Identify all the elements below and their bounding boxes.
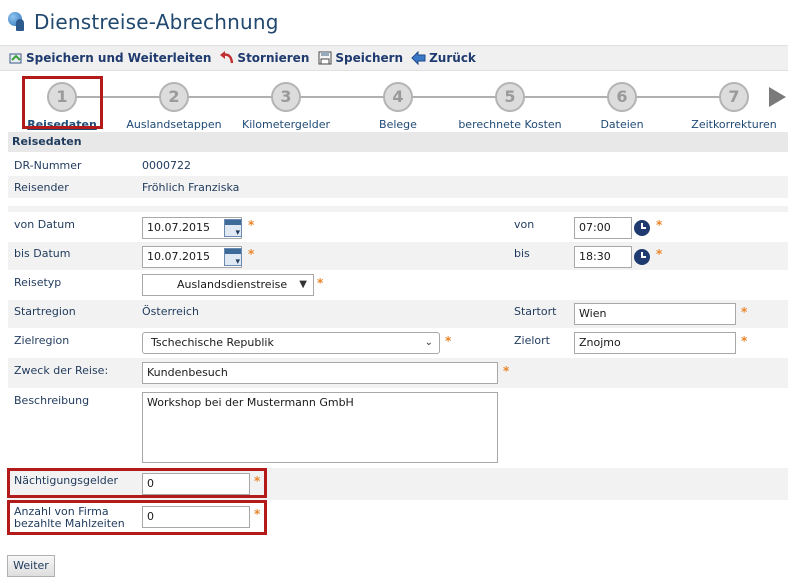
row-bis-datum: bis Datum 10.07.2015 * bis 18:30 *: [8, 242, 788, 270]
undo-arrow-icon: [220, 51, 234, 64]
step-number: 7: [719, 82, 749, 112]
floppy-disk-icon: [318, 51, 332, 65]
page-header: Dienstreise-Abrechnung: [6, 8, 279, 36]
cancel-button[interactable]: Stornieren: [219, 50, 309, 66]
naechtigungsgelder-highlight: [7, 468, 267, 498]
row-zielregion: Zielregion Tschechische Republik ⌄ * Zie…: [8, 328, 788, 358]
von-datum-label: von Datum: [14, 218, 75, 231]
zweck-input[interactable]: Kundenbesuch: [142, 362, 498, 384]
required-mark: *: [445, 334, 452, 348]
required-mark: *: [248, 218, 255, 232]
toolbar: Speichern und Weiterleiten Stornieren Sp…: [0, 45, 788, 71]
step-label: Zeitkorrekturen: [691, 118, 777, 131]
row-von-datum: von Datum 10.07.2015 * von 07:00 *: [8, 212, 788, 242]
active-step-highlight: [22, 76, 103, 129]
mahlzeiten-highlight: [7, 500, 267, 535]
save-and-forward-label: Speichern und Weiterleiten: [26, 51, 212, 65]
reisender-label: Reisender: [14, 181, 69, 194]
back-button[interactable]: Zurück: [411, 50, 476, 66]
reisetyp-label: Reisetyp: [14, 276, 62, 289]
step-berechnete-kosten[interactable]: 5 berechnete Kosten: [450, 82, 570, 131]
row-reisender: Reisender Fröhlich Franziska: [8, 176, 788, 198]
save-forward-icon: [9, 53, 22, 64]
required-mark: *: [317, 276, 324, 290]
step-dateien[interactable]: 6 Dateien: [562, 82, 682, 131]
clock-icon[interactable]: [634, 220, 650, 236]
row-zweck: Zweck der Reise: Kundenbesuch *: [8, 358, 788, 388]
step-number: 5: [495, 82, 525, 112]
zielregion-select[interactable]: Tschechische Republik ⌄: [142, 332, 440, 354]
step-kilometergelder[interactable]: 3 Kilometergelder: [226, 82, 346, 131]
startregion-value: Österreich: [142, 305, 199, 318]
page-title: Dienstreise-Abrechnung: [34, 10, 279, 34]
save-button[interactable]: Speichern: [317, 50, 403, 66]
startort-label: Startort: [514, 305, 557, 318]
zielregion-value: Tschechische Republik: [151, 336, 274, 349]
step-label: Dateien: [600, 118, 644, 131]
step-number: 2: [159, 82, 189, 112]
step-label: Kilometergelder: [241, 118, 331, 131]
von-time-label: von: [514, 218, 535, 231]
required-mark: *: [503, 364, 510, 378]
zielregion-label: Zielregion: [14, 334, 70, 347]
travel-globe-person-icon: [6, 11, 28, 33]
wizard-stepper: 1 Reisedaten 2 Auslandsetappen 3 Kilomet…: [0, 78, 788, 131]
step-number: 4: [383, 82, 413, 112]
bis-time-label: bis: [514, 247, 530, 260]
required-mark: *: [741, 305, 748, 319]
bis-datum-label: bis Datum: [14, 247, 71, 260]
dr-nummer-value: 0000722: [142, 159, 191, 172]
step-belege[interactable]: 4 Belege: [338, 82, 458, 131]
row-startregion: Startregion Österreich Startort Wien *: [8, 300, 788, 328]
startregion-label: Startregion: [14, 305, 76, 318]
reisender-value: Fröhlich Franziska: [142, 181, 240, 194]
step-number: 6: [607, 82, 637, 112]
required-mark: *: [741, 334, 748, 348]
next-step-arrow-icon[interactable]: [769, 87, 786, 107]
step-label: berechnete Kosten: [458, 118, 562, 131]
row-beschreibung: Beschreibung Workshop bei der Mustermann…: [8, 388, 788, 468]
calendar-icon[interactable]: [224, 219, 242, 238]
beschreibung-label: Beschreibung: [14, 394, 90, 407]
required-mark: *: [656, 218, 663, 232]
row-dr-nummer: DR-Nummer 0000722: [8, 154, 788, 176]
dr-nummer-label: DR-Nummer: [14, 159, 82, 172]
beschreibung-textarea[interactable]: Workshop bei der Mustermann GmbH: [142, 392, 498, 463]
bis-time-input[interactable]: 18:30: [574, 246, 632, 268]
startort-input[interactable]: Wien: [574, 303, 736, 325]
von-time-input[interactable]: 07:00: [574, 217, 632, 239]
save-label: Speichern: [335, 51, 404, 65]
required-mark: *: [656, 247, 663, 261]
row-reisetyp: Reisetyp Auslandsdienstreise ▼ *: [8, 270, 788, 300]
save-and-forward-button[interactable]: Speichern und Weiterleiten: [8, 50, 211, 66]
zweck-label: Zweck der Reise:: [14, 364, 109, 377]
back-label: Zurück: [429, 51, 476, 65]
step-label: Auslandsetappen: [126, 118, 222, 131]
chevron-down-icon: ⌄: [424, 337, 433, 348]
zielort-input[interactable]: Znojmo: [574, 332, 736, 354]
calendar-icon[interactable]: [224, 248, 242, 267]
zielort-label: Zielort: [514, 334, 550, 347]
reisetyp-value: Auslandsdienstreise: [177, 278, 288, 291]
required-mark: *: [248, 247, 255, 261]
step-label: Belege: [379, 118, 417, 131]
back-arrow-icon: [411, 50, 426, 66]
dropdown-arrow-icon: ▼: [299, 279, 307, 290]
cancel-label: Stornieren: [237, 51, 310, 65]
clock-icon[interactable]: [634, 249, 650, 265]
section-title: Reisedaten: [8, 132, 788, 152]
spacer-row: [8, 198, 788, 206]
step-auslandsetappen[interactable]: 2 Auslandsetappen: [114, 82, 234, 131]
step-number: 3: [271, 82, 301, 112]
reisetyp-select[interactable]: Auslandsdienstreise ▼: [142, 274, 314, 296]
weiter-button[interactable]: Weiter: [7, 555, 55, 577]
